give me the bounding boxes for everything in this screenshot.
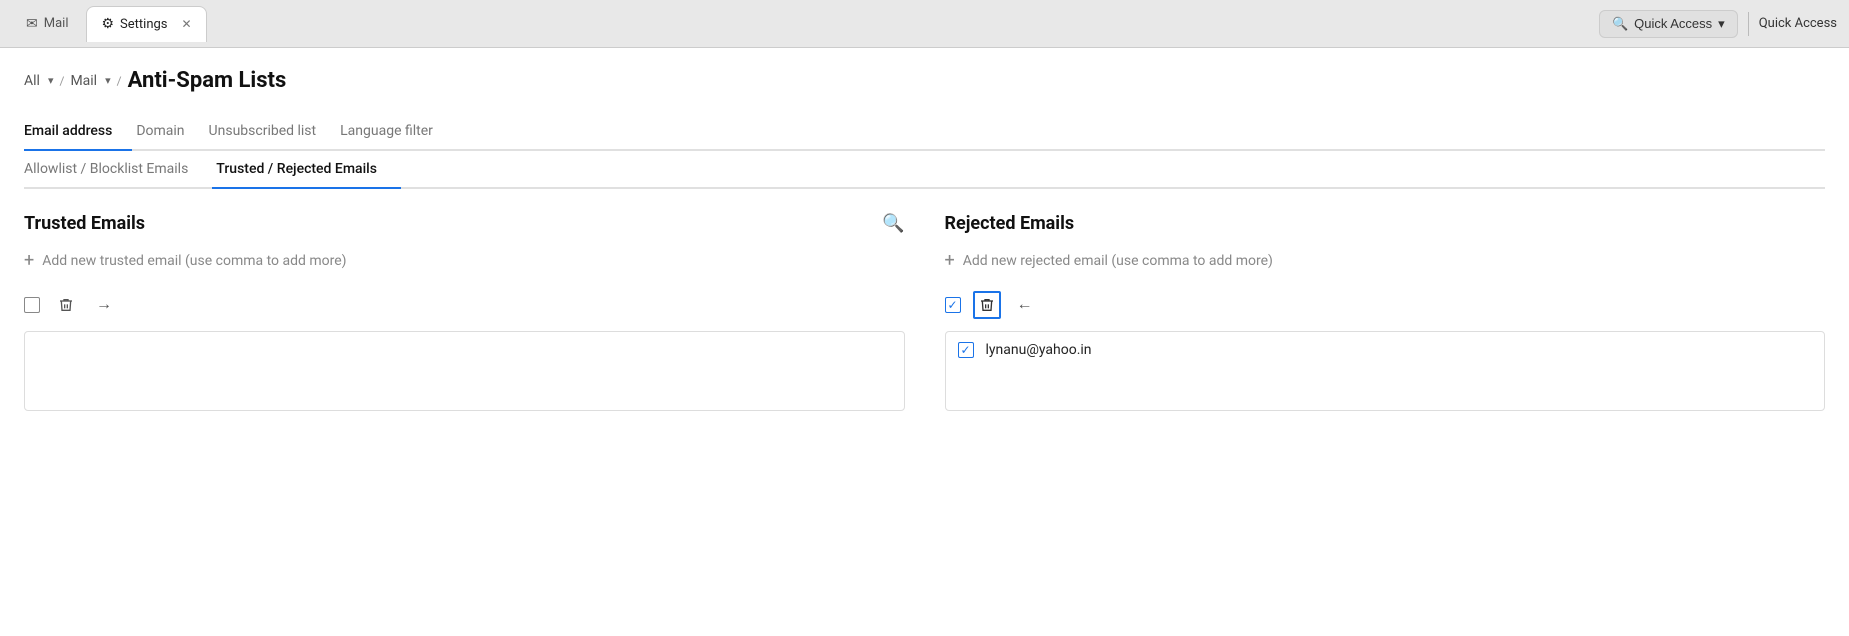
all-dropdown-icon: ▾: [48, 74, 54, 87]
quick-access-btn-label: Quick Access: [1634, 16, 1712, 31]
two-col-layout: Trusted Emails 🔍 + Add new trusted email…: [24, 213, 1825, 411]
trusted-emails-col: Trusted Emails 🔍 + Add new trusted email…: [24, 213, 905, 411]
trusted-emails-title: Trusted Emails 🔍: [24, 213, 905, 234]
plus-icon-rejected: +: [945, 250, 955, 271]
sub-tab-trusted-rejected[interactable]: Trusted / Rejected Emails: [212, 151, 401, 189]
trusted-action-bar: →: [24, 287, 905, 323]
rejected-emails-col: Rejected Emails + Add new rejected email…: [945, 213, 1826, 411]
quick-access-plain-label[interactable]: Quick Access: [1759, 16, 1837, 31]
tab-mail-label: Mail: [44, 16, 69, 31]
breadcrumb-mail[interactable]: Mail: [70, 73, 97, 89]
breadcrumb-sep1: /: [59, 74, 64, 88]
quick-access-dropdown-button[interactable]: 🔍 Quick Access ▾: [1599, 10, 1738, 38]
page-content: All ▾ / Mail ▾ / Anti-Spam Lists Email a…: [0, 48, 1849, 636]
main-tabs: Email address Domain Unsubscribed list L…: [24, 113, 1825, 151]
rejected-item-checkbox[interactable]: ✓: [958, 342, 974, 358]
rejected-action-bar: ✓ ←: [945, 287, 1826, 323]
tab-domain[interactable]: Domain: [132, 113, 204, 151]
browser-tabs: ✉ Mail ⚙ Settings ✕: [12, 6, 207, 42]
tab-language-filter[interactable]: Language filter: [336, 113, 453, 151]
tab-settings-label: Settings: [120, 17, 167, 32]
chevron-down-icon: ▾: [1718, 16, 1725, 32]
rejected-email-list: ✓ lynanu@yahoo.in: [945, 331, 1826, 411]
rejected-delete-button[interactable]: [973, 291, 1001, 319]
plus-icon: +: [24, 250, 34, 271]
mail-dropdown-icon: ▾: [105, 74, 111, 87]
breadcrumb-sep2: /: [117, 74, 122, 88]
add-rejected-email-row[interactable]: + Add new rejected email (use comma to a…: [945, 250, 1826, 271]
list-item: ✓ lynanu@yahoo.in: [946, 332, 1825, 368]
breadcrumb-all[interactable]: All: [24, 73, 40, 89]
add-trusted-email-row[interactable]: + Add new trusted email (use comma to ad…: [24, 250, 905, 271]
sub-tabs: Allowlist / Blocklist Emails Trusted / R…: [24, 151, 1825, 189]
close-tab-icon[interactable]: ✕: [182, 17, 192, 31]
vertical-divider: [1748, 12, 1749, 36]
rejected-arrow-left-button[interactable]: ←: [1013, 294, 1037, 316]
settings-icon: ⚙: [101, 16, 114, 32]
tab-settings[interactable]: ⚙ Settings ✕: [86, 6, 206, 42]
rejected-email-value: lynanu@yahoo.in: [986, 342, 1092, 358]
quick-access-area: 🔍 Quick Access ▾ Quick Access: [1599, 10, 1837, 38]
trusted-email-list: [24, 331, 905, 411]
trusted-arrow-right-button[interactable]: →: [92, 294, 116, 316]
trusted-search-icon[interactable]: 🔍: [882, 213, 904, 234]
trusted-select-all-checkbox[interactable]: [24, 297, 40, 313]
trusted-delete-button[interactable]: [52, 291, 80, 319]
tab-unsubscribed[interactable]: Unsubscribed list: [205, 113, 337, 151]
rejected-emails-title: Rejected Emails: [945, 213, 1826, 234]
search-icon: 🔍: [1612, 16, 1628, 32]
sub-tab-allowlist[interactable]: Allowlist / Blocklist Emails: [24, 151, 212, 189]
tab-mail[interactable]: ✉ Mail: [12, 6, 82, 42]
rejected-select-all-checkbox[interactable]: ✓: [945, 297, 961, 313]
browser-bar: ✉ Mail ⚙ Settings ✕ 🔍 Quick Access ▾ Qui…: [0, 0, 1849, 48]
page-title: Anti-Spam Lists: [128, 68, 287, 93]
mail-icon: ✉: [26, 16, 38, 32]
tab-email-address[interactable]: Email address: [24, 113, 132, 151]
breadcrumb: All ▾ / Mail ▾ / Anti-Spam Lists: [24, 68, 1825, 93]
